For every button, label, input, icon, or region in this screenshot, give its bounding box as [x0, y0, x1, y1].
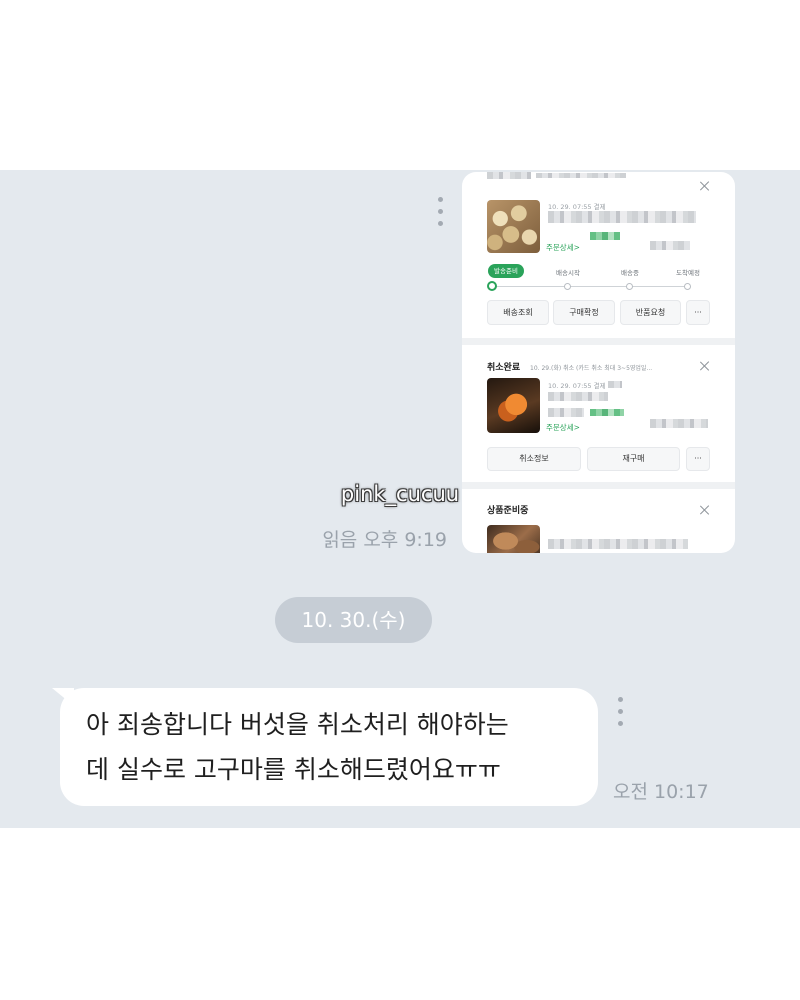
close-icon	[700, 505, 710, 515]
received-message-bubble[interactable]: 아 죄송합니다 버섯을 취소처리 해야하는 데 실수로 고구마를 취소해드렸어요…	[60, 688, 598, 806]
chat-room: 10. 29. 07:55 결제 주문상세> 발송준비 배송시작 배송중 도착예…	[0, 170, 800, 828]
dot	[438, 209, 443, 214]
close-icon	[700, 361, 710, 371]
more-button: ···	[686, 300, 710, 325]
cancel-note: 10. 29.(화) 취소 (카드 취소 최대 3~5영업일...	[530, 365, 653, 372]
card-divider	[462, 338, 735, 345]
blurred-product-name	[548, 211, 696, 223]
progress-node	[684, 283, 691, 290]
blurred-product-name	[548, 392, 608, 401]
progress-node	[626, 283, 633, 290]
step-label: 배송중	[621, 269, 639, 277]
blurred-price	[590, 232, 620, 240]
card-divider	[462, 482, 735, 489]
message-line: 데 실수로 고구마를 취소해드렸어요ㅠㅠ	[86, 755, 501, 784]
dot	[618, 697, 623, 702]
progress-node-active	[487, 281, 497, 291]
dot	[618, 709, 623, 714]
date-divider: 10. 30.(수)	[275, 597, 432, 643]
step-label: 도착예정	[676, 269, 700, 277]
blurred-text	[608, 381, 622, 388]
request-return-button: 반품요청	[620, 300, 681, 325]
card-status: 취소완료	[487, 363, 521, 373]
cropped-header-note	[536, 173, 626, 178]
dot	[618, 721, 623, 726]
blurred-product-name	[548, 539, 688, 549]
order-date: 10. 29. 07:55 결제	[548, 203, 606, 211]
blurred-amount	[650, 419, 708, 428]
blurred-amount	[650, 241, 690, 250]
reorder-button: 재구매	[587, 447, 680, 471]
order-detail-link: 주문상세>	[546, 423, 580, 432]
step-label: 배송시작	[556, 269, 580, 277]
product-thumbnail-sweet-potato	[487, 378, 540, 433]
track-delivery-button: 배송조회	[487, 300, 549, 325]
sent-image-more-icon[interactable]	[438, 197, 443, 233]
message-time: 오전 10:17	[613, 781, 709, 803]
sent-image-order-screenshot[interactable]: 10. 29. 07:55 결제 주문상세> 발송준비 배송시작 배송중 도착예…	[462, 172, 735, 553]
step-badge-active: 발송준비	[488, 264, 524, 278]
dot	[438, 197, 443, 202]
more-button: ···	[686, 447, 710, 471]
order-date: 10. 29. 07:55 결제	[548, 382, 606, 390]
product-thumbnail	[487, 525, 540, 553]
message-line: 아 죄송합니다 버섯을 취소처리 해야하는	[86, 710, 509, 739]
cropped-header	[487, 172, 531, 179]
read-receipt: 읽음 오후 9:19	[322, 529, 447, 551]
card-status: 상품준비중	[487, 506, 529, 516]
order-detail-link: 주문상세>	[546, 243, 580, 252]
progress-node	[564, 283, 571, 290]
product-thumbnail-mushroom	[487, 200, 540, 253]
confirm-purchase-button: 구매확정	[553, 300, 615, 325]
close-icon	[700, 181, 710, 191]
blurred-option	[548, 408, 584, 417]
watermark: pink_cucuu	[340, 482, 460, 506]
cancel-info-button: 취소정보	[487, 447, 581, 471]
dot	[438, 221, 443, 226]
message-more-icon[interactable]	[618, 697, 623, 733]
progress-track	[492, 286, 688, 287]
blurred-price	[590, 409, 624, 416]
